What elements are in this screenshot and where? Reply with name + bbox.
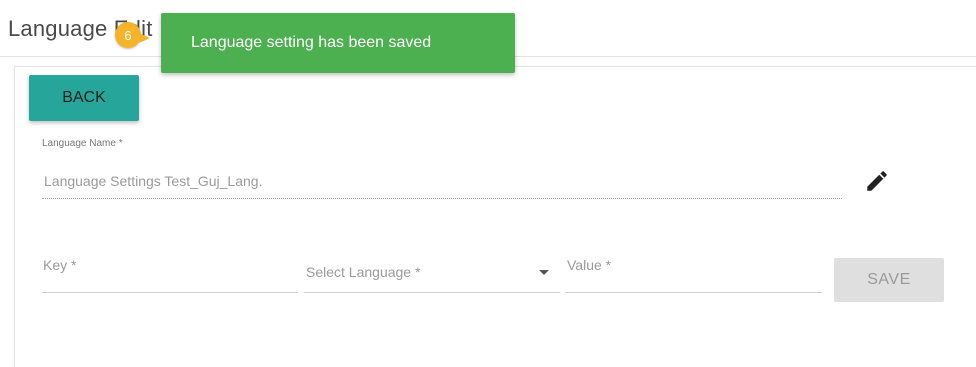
select-language-dropdown[interactable]: Select Language * <box>306 264 420 280</box>
value-input-underline <box>565 292 822 293</box>
language-name-label: Language Name * <box>42 138 123 149</box>
save-button[interactable]: SAVE <box>834 258 944 302</box>
select-language-underline <box>304 292 560 293</box>
toast-message: Language setting has been saved <box>191 34 432 51</box>
key-input[interactable]: Key * <box>43 257 76 273</box>
key-input-underline <box>42 292 298 293</box>
back-button[interactable]: BACK <box>29 75 139 121</box>
step-badge: 6 <box>115 22 150 48</box>
value-input[interactable]: Value * <box>567 257 611 273</box>
language-name-field[interactable]: Language Settings Test_Guj_Lang. <box>44 173 262 189</box>
toast-notification: Language setting has been saved <box>161 13 515 73</box>
language-edit-card <box>14 66 976 367</box>
language-name-underline <box>42 198 842 199</box>
chevron-down-icon[interactable] <box>539 270 549 275</box>
pencil-icon[interactable] <box>864 168 890 194</box>
